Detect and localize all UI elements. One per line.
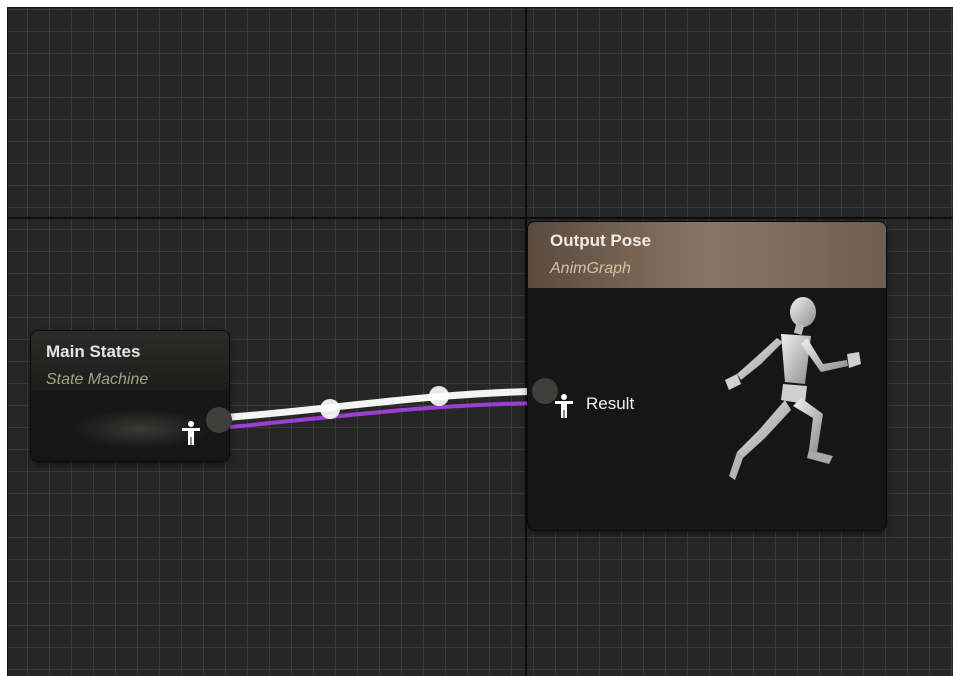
- running-mannequin-icon: [693, 292, 883, 512]
- node-title: Main States: [46, 342, 141, 361]
- wire-bubble: [320, 399, 340, 419]
- pose-pin-icon[interactable]: [180, 420, 202, 446]
- node-subtitle: AnimGraph: [550, 260, 631, 277]
- output-pose-node[interactable]: Output Pose AnimGraph Result: [528, 222, 886, 530]
- node-subtitle: State Machine: [46, 371, 149, 388]
- main-states-node[interactable]: Main States State Machine: [31, 331, 232, 461]
- anim-graph-canvas[interactable]: Main States State Machine Output Pose An…: [7, 7, 953, 676]
- wire-bubble: [429, 386, 449, 406]
- pose-pin-icon[interactable]: [553, 393, 575, 419]
- pin-label-result: Result: [586, 394, 635, 413]
- node-title: Output Pose: [550, 231, 652, 250]
- output-pin-dot[interactable]: [206, 407, 232, 433]
